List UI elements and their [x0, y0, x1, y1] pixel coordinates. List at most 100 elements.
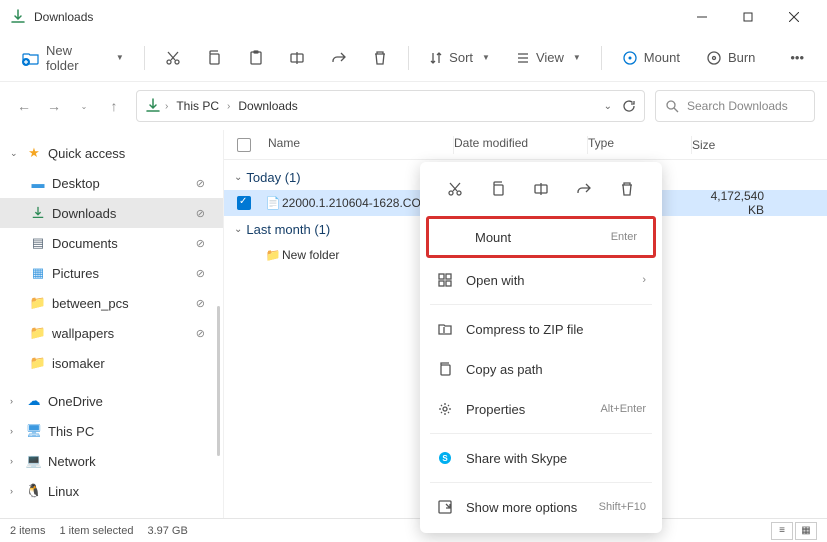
sidebar: ⌄ ★ Quick access ▬ Desktop ⊘ Downloads ⊘… — [0, 130, 224, 518]
sidebar-item-documents[interactable]: ▤ Documents ⊘ — [0, 228, 223, 258]
forward-button[interactable]: → — [42, 94, 66, 118]
ctx-rename-button[interactable] — [526, 174, 556, 204]
details-view-button[interactable]: ≡ — [771, 522, 793, 540]
scissors-icon — [447, 181, 463, 197]
ctx-cut-button[interactable] — [440, 174, 470, 204]
chevron-right-icon: › — [10, 426, 20, 436]
status-items: 2 items — [10, 525, 45, 537]
rename-icon — [289, 50, 305, 66]
share-icon — [576, 181, 592, 197]
sidebar-item-thispc[interactable]: › 🖥 This PC — [0, 416, 223, 446]
ctx-delete-button[interactable] — [612, 174, 642, 204]
mount-label: Mount — [644, 50, 680, 65]
ctx-properties-item[interactable]: Properties Alt+Enter — [420, 389, 662, 429]
folder-icon: 📁 — [30, 355, 46, 371]
folder-icon: 📁 — [30, 295, 46, 311]
pin-icon: ⊘ — [196, 267, 205, 280]
chevron-down-icon: ⌄ — [234, 172, 242, 183]
address-bar[interactable]: › This PC › Downloads ⌄ — [136, 90, 645, 122]
status-selected: 1 item selected — [59, 525, 133, 537]
select-all-checkbox[interactable] — [237, 138, 251, 152]
search-input[interactable]: Search Downloads — [655, 90, 815, 122]
folder-icon: 📁 — [266, 248, 281, 262]
content-area: Name Date modified Type Size ⌄ Today (1)… — [224, 130, 827, 518]
sidebar-item-isomaker[interactable]: 📁 isomaker — [0, 348, 223, 378]
sort-icon — [429, 51, 443, 65]
paste-icon — [248, 50, 264, 66]
mount-icon — [622, 50, 638, 66]
mount-button[interactable]: Mount — [612, 41, 690, 75]
recent-button[interactable]: ⌄ — [72, 94, 96, 118]
rename-button[interactable] — [280, 41, 316, 75]
desktop-icon: ▬ — [30, 175, 46, 191]
ctx-mount-item[interactable]: Mount Enter — [429, 219, 653, 255]
copy-path-icon — [436, 360, 454, 378]
column-size[interactable]: Size — [692, 138, 770, 152]
share-button[interactable] — [321, 41, 357, 75]
delete-button[interactable] — [363, 41, 399, 75]
ctx-open-with-item[interactable]: Open with › — [420, 260, 662, 300]
paste-button[interactable] — [238, 41, 274, 75]
cut-button[interactable] — [155, 41, 191, 75]
pin-icon: ⊘ — [196, 177, 205, 190]
close-button[interactable] — [771, 0, 817, 34]
sidebar-item-wallpapers[interactable]: 📁 wallpapers ⊘ — [0, 318, 223, 348]
ctx-copy-button[interactable] — [483, 174, 513, 204]
burn-label: Burn — [728, 50, 755, 65]
ctx-share-button[interactable] — [569, 174, 599, 204]
new-folder-button[interactable]: New folder ▼ — [12, 41, 134, 75]
column-date[interactable]: Date modified — [454, 136, 588, 154]
ctx-compress-item[interactable]: Compress to ZIP file — [420, 309, 662, 349]
ellipsis-icon: ••• — [790, 50, 804, 65]
svg-text:S: S — [442, 454, 448, 463]
chevron-down-icon: ⌄ — [10, 148, 20, 159]
column-type[interactable]: Type — [588, 136, 692, 154]
folder-icon: 📁 — [30, 325, 46, 341]
large-icons-view-button[interactable]: ▦ — [795, 522, 817, 540]
refresh-button[interactable] — [622, 99, 636, 113]
pin-icon: ⊘ — [196, 327, 205, 340]
back-button[interactable]: ← — [12, 94, 36, 118]
new-folder-label: New folder — [46, 43, 107, 73]
linux-icon: 🐧 — [26, 483, 42, 499]
copy-button[interactable] — [196, 41, 232, 75]
sidebar-item-pictures[interactable]: ▦ Pictures ⊘ — [0, 258, 223, 288]
chevron-right-icon: › — [165, 101, 168, 112]
chevron-down-icon: ▼ — [116, 53, 124, 62]
maximize-button[interactable] — [725, 0, 771, 34]
ctx-copy-path-item[interactable]: Copy as path — [420, 349, 662, 389]
sidebar-item-downloads[interactable]: Downloads ⊘ — [0, 198, 223, 228]
chevron-down-icon: ▼ — [482, 53, 490, 62]
more-icon — [436, 498, 454, 516]
chevron-right-icon: › — [10, 396, 20, 406]
ctx-skype-item[interactable]: S Share with Skype — [420, 438, 662, 478]
sidebar-item-between-pcs[interactable]: 📁 between_pcs ⊘ — [0, 288, 223, 318]
status-bar: 2 items 1 item selected 3.97 GB ≡ ▦ — [0, 518, 827, 542]
breadcrumb-segment[interactable]: Downloads — [234, 97, 301, 115]
sort-button[interactable]: Sort ▼ — [419, 41, 500, 75]
burn-button[interactable]: Burn — [696, 41, 765, 75]
sidebar-item-linux[interactable]: › 🐧 Linux — [0, 476, 223, 506]
trash-icon — [372, 50, 388, 66]
chevron-down-icon: ⌄ — [234, 224, 242, 235]
chevron-down-icon[interactable]: ⌄ — [604, 101, 612, 112]
sidebar-item-desktop[interactable]: ▬ Desktop ⊘ — [0, 168, 223, 198]
up-button[interactable]: ↑ — [102, 94, 126, 118]
scissors-icon — [165, 50, 181, 66]
file-checkbox[interactable] — [237, 196, 251, 210]
chevron-right-icon: › — [10, 486, 20, 496]
quick-access-header[interactable]: ⌄ ★ Quick access — [0, 138, 223, 168]
titlebar: Downloads — [0, 0, 827, 34]
column-headers: Name Date modified Type Size — [224, 130, 827, 160]
open-with-icon — [436, 271, 454, 289]
ctx-more-options-item[interactable]: Show more options Shift+F10 — [420, 487, 662, 527]
column-name[interactable]: Name — [264, 136, 454, 154]
sidebar-item-network[interactable]: › 💻 Network — [0, 446, 223, 476]
breadcrumb-segment[interactable]: This PC — [172, 97, 223, 115]
zip-icon — [436, 320, 454, 338]
view-button[interactable]: View ▼ — [506, 41, 591, 75]
more-button[interactable]: ••• — [779, 41, 815, 75]
minimize-button[interactable] — [679, 0, 725, 34]
skype-icon: S — [436, 449, 454, 467]
sidebar-item-onedrive[interactable]: › ☁ OneDrive — [0, 386, 223, 416]
